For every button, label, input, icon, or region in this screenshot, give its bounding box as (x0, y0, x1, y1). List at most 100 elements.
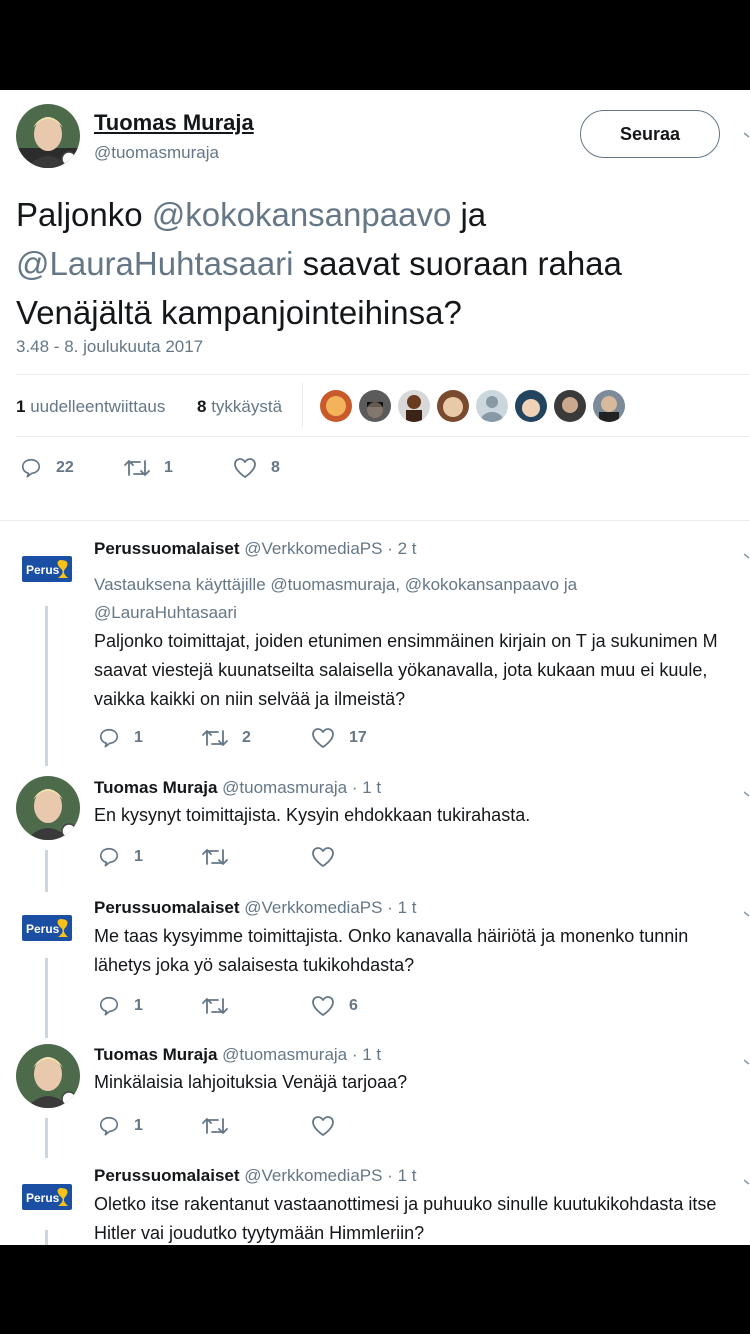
reply-author-handle[interactable]: @tuomasmuraja (222, 1045, 347, 1064)
reply-author-handle[interactable]: @VerkkomediaPS (244, 898, 382, 917)
thread-line (45, 1118, 48, 1158)
reply-text: Oletko itse rakentanut vastaanottimesi j… (94, 1190, 716, 1245)
like-button[interactable] (311, 846, 335, 868)
thread-line (45, 958, 48, 1038)
heart-icon (312, 996, 334, 1016)
more-chevron-icon[interactable] (743, 904, 750, 922)
like-button[interactable] (311, 1115, 335, 1137)
tweet-text-part: saavat suoraan rahaa (293, 245, 622, 282)
reply-button[interactable]: 1 (98, 727, 143, 749)
mention-link[interactable]: @LauraHuhtasaari (16, 245, 294, 282)
reply-text: En kysynyt toimittajista. Kysyin ehdokka… (94, 801, 530, 830)
svg-text:Perus: Perus (26, 1191, 60, 1205)
reply-author-handle[interactable]: @VerkkomediaPS (244, 539, 382, 558)
liker-avatar (437, 390, 469, 422)
reply-text: Me taas kysyimme toimittajista. Onko kan… (94, 922, 688, 980)
reply-button[interactable]: 1 (98, 1115, 143, 1137)
reply-text-line: lähetys joka yö salaisesta tukikohdasta? (94, 955, 415, 975)
liker-avatar (593, 390, 625, 422)
more-chevron-icon[interactable] (743, 546, 750, 564)
tweet-timestamp[interactable]: 3.48 - 8. joulukuuta 2017 (16, 337, 203, 357)
reply-count: 1 (134, 848, 143, 865)
reply-time[interactable]: · 2 t (387, 539, 416, 558)
reply-time[interactable]: · 1 t (387, 898, 416, 917)
likers-avatar-row[interactable] (320, 390, 630, 424)
reply-time[interactable]: · 1 t (352, 778, 381, 797)
more-chevron-icon[interactable] (743, 784, 750, 802)
like-count-label: tykkäystä (211, 397, 283, 416)
divider (16, 374, 750, 375)
reply-button[interactable]: 22 (20, 457, 74, 479)
liker-avatar (515, 390, 547, 422)
reply-text: Minkälaisia lahjoituksia Venäjä tarjoaa? (94, 1068, 407, 1097)
reply-time[interactable]: · 1 t (387, 1166, 416, 1185)
like-button[interactable]: 8 (233, 457, 280, 479)
reply-author-name[interactable]: Perussuomalaiset (94, 898, 240, 917)
perussuomalaiset-logo[interactable]: Perus (22, 915, 72, 941)
reply-icon (99, 996, 119, 1016)
retweet-button[interactable]: 2 (202, 727, 251, 749)
tweet-text-part: ja (451, 196, 487, 233)
reply-author-name[interactable]: Perussuomalaiset (94, 539, 240, 558)
mention-link[interactable]: @kokokansanpaavo (152, 196, 452, 233)
reply-text: Paljonko toimittajat, joiden etunimen en… (94, 627, 718, 714)
liker-avatar (554, 390, 586, 422)
retweet-icon (124, 460, 150, 476)
more-chevron-icon[interactable] (743, 1052, 750, 1070)
thread-line (45, 850, 48, 892)
liker-avatar (476, 390, 508, 422)
reply-to-context[interactable]: Vastauksena käyttäjille @tuomasmuraja, @… (94, 571, 577, 627)
reply-header: Perussuomalaiset @VerkkomediaPS · 2 t (94, 539, 417, 559)
retweet-button[interactable]: 1 (124, 457, 173, 479)
retweet-button[interactable] (202, 995, 228, 1017)
reply-header: Tuomas Muraja @tuomasmuraja · 1 t (94, 1045, 381, 1065)
author-avatar[interactable] (16, 1044, 80, 1108)
reply-count: 1 (134, 997, 143, 1014)
reply-text-line: Me taas kysyimme toimittajista. Onko kan… (94, 926, 689, 946)
author-avatar[interactable] (16, 776, 80, 840)
perussuomalaiset-logo[interactable]: Perus (22, 556, 72, 582)
reply-author-name[interactable]: Tuomas Muraja (94, 1045, 217, 1064)
retweet-count-label: uudelleentwiittaus (30, 397, 166, 416)
reply-author-handle[interactable]: @tuomasmuraja (222, 778, 347, 797)
like-count-stat[interactable]: 8 tykkäystä (197, 397, 282, 417)
retweet-icon (202, 730, 228, 746)
reply-count: 1 (134, 1117, 143, 1134)
reply-text-line: saavat viestejä kuunatseilta salaisella … (94, 660, 708, 680)
like-button[interactable]: 17 (311, 727, 367, 749)
retweet-button[interactable] (202, 846, 228, 868)
liker-avatar (320, 390, 352, 422)
tweet-screen: Tuomas Muraja @tuomasmuraja Seuraa Paljo… (0, 90, 750, 1245)
heart-icon (312, 847, 334, 867)
retweet-icon (202, 849, 228, 865)
retweet-button[interactable] (202, 1115, 228, 1137)
follow-button[interactable]: Seuraa (580, 110, 720, 158)
tweet-text-part: Venäjältä kampanjointeihinsa? (16, 294, 462, 331)
more-chevron-icon[interactable] (743, 126, 750, 138)
like-count: 6 (349, 997, 358, 1014)
reply-button[interactable]: 1 (98, 846, 143, 868)
author-name[interactable]: Tuomas Muraja (94, 110, 254, 136)
reply-time[interactable]: · 1 t (352, 1045, 381, 1064)
perussuomalaiset-logo[interactable]: Perus (22, 1184, 72, 1210)
retweet-count: 2 (242, 729, 251, 746)
author-avatar[interactable] (16, 104, 80, 168)
svg-text:Perus: Perus (26, 563, 60, 577)
reply-author-name[interactable]: Tuomas Muraja (94, 778, 217, 797)
reply-text-line: Minkälaisia lahjoituksia Venäjä tarjoaa? (94, 1072, 408, 1092)
reply-author-handle[interactable]: @VerkkomediaPS (244, 1166, 382, 1185)
reply-header: Tuomas Muraja @tuomasmuraja · 1 t (94, 778, 381, 798)
author-handle[interactable]: @tuomasmuraja (94, 143, 219, 163)
retweet-count-stat[interactable]: 1 uudelleentwiittaus (16, 397, 165, 417)
reply-to-line: Vastauksena käyttäjille @tuomasmuraja, @… (94, 575, 578, 594)
reply-author-name[interactable]: Perussuomalaiset (94, 1166, 240, 1185)
reply-count: 22 (56, 459, 74, 476)
divider (16, 436, 750, 437)
heart-icon (312, 1116, 334, 1136)
reply-header: Perussuomalaiset @VerkkomediaPS · 1 t (94, 1166, 417, 1186)
reply-button[interactable]: 1 (98, 995, 143, 1017)
reply-text-line: Paljonko toimittajat, joiden etunimen en… (94, 631, 718, 651)
more-chevron-icon[interactable] (743, 1172, 750, 1190)
like-button[interactable]: 6 (311, 995, 358, 1017)
reply-header: Perussuomalaiset @VerkkomediaPS · 1 t (94, 898, 417, 918)
